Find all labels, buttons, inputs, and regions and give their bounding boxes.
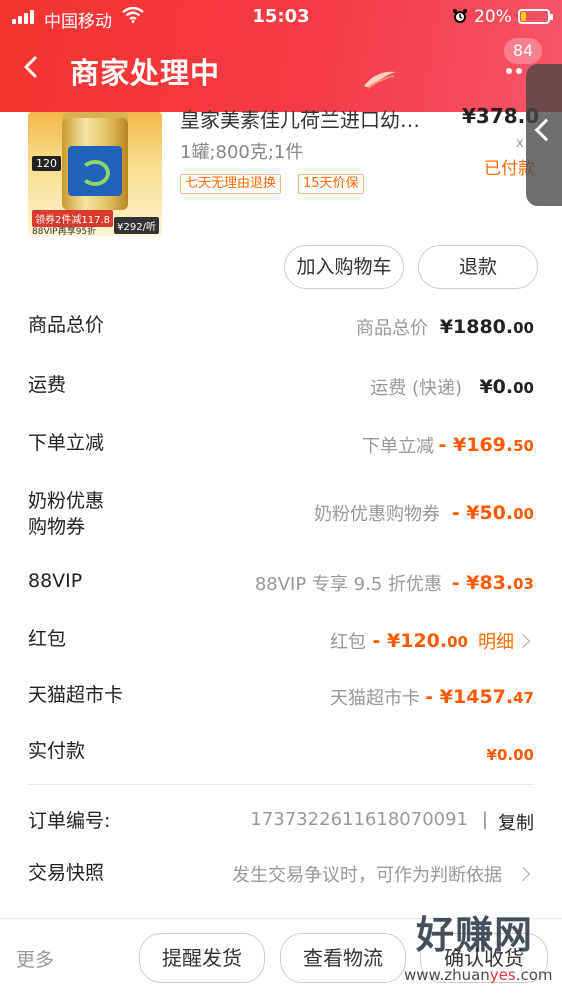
chevron-right-icon [515,633,531,649]
row-desc: 运费 (快递) [370,378,462,399]
message-count-badge: 84 [504,38,542,64]
image-per-unit-price: ¥292/听 [114,217,159,234]
product-image[interactable]: 120 领券2件减117.8 88VIP再享95折 ¥292/听 [28,112,162,236]
image-vip-text: 88VIP再享95折 [32,227,97,236]
more-button[interactable]: 更多 [16,945,54,972]
row-amount: - ¥83.03 [451,572,534,594]
product-title[interactable]: 皇家美素佳儿荷兰进口幼… [180,104,442,133]
alarm-clock-icon [453,9,467,23]
row-label: 运费 [28,374,67,396]
refund-button[interactable]: 退款 [418,245,538,289]
side-drawer-handle[interactable] [526,64,562,206]
row-label: 商品总价 [28,314,105,336]
add-to-cart-button[interactable]: 加入购物车 [284,245,404,289]
row-label: 88VIP [28,570,83,592]
row-label: 奶粉优惠 购物券 [28,490,105,538]
row-label: 天猫超市卡 [28,684,124,706]
trade-snapshot-desc: 发生交易争议时，可作为判断依据 [232,865,502,886]
battery-level [521,12,526,21]
row-label: 下单立减 [28,432,105,454]
remind-shipping-button[interactable]: 提醒发货 [139,933,265,983]
row-amount: ¥1880.00 [439,316,534,338]
decoration-icon [364,71,396,89]
status-bar: 中国移动 15:03 20% [0,0,562,34]
row-amount: - ¥50.00 [451,502,534,524]
order-number: 1737322611618070091 [250,809,468,830]
product-spec: 1罐;800克;1件 [180,142,304,163]
row-amount: ¥0.00 [486,746,534,764]
product-quantity: x [516,136,524,151]
divider [28,784,534,785]
tag-seven-day-return: 七天无理由退换 [180,174,282,194]
back-button[interactable] [20,52,50,86]
red-packet-detail-link[interactable]: 明细 [478,628,514,654]
order-number-label: 订单编号: [28,810,111,832]
watermark-url: www.zhuanyes.com [404,966,553,984]
battery-percent: 20% [474,7,512,27]
product-logo-icon [80,160,110,186]
row-amount: - ¥169.50 [438,434,534,456]
row-desc: 红包 [330,632,366,653]
chevron-left-icon [24,56,37,78]
row-label: 实付款 [28,740,86,762]
battery-icon [518,9,553,24]
row-desc: 奶粉优惠购物券 [314,504,440,525]
row-label: 红包 [28,628,67,650]
trade-snapshot-label: 交易快照 [28,862,105,884]
tag-price-protection: 15天价保 [298,174,364,194]
row-amount: - ¥1457.47 [425,686,534,708]
separator: | [481,809,488,830]
watermark-logo: 好赚网 [416,913,534,957]
chevron-right-icon [515,866,531,882]
chevron-left-icon [534,118,558,142]
image-price-tag: 120 [32,156,61,171]
row-amount: - ¥120.00 [372,630,468,652]
row-desc: 88VIP 专享 9.5 折优惠 [254,574,442,595]
row-amount: ¥0.00 [479,376,534,398]
row-desc: 下单立减 [362,436,434,457]
page-title: 商家处理中 [70,56,221,90]
row-desc: 商品总价 [356,318,428,339]
view-logistics-button[interactable]: 查看物流 [280,933,406,983]
row-desc: 天猫超市卡 [330,688,420,709]
order-detail-card: 120 领券2件减117.8 88VIP再享95折 ¥292/听 皇家美素佳儿荷… [0,104,562,918]
copy-order-number-button[interactable]: 复制 [498,809,534,835]
